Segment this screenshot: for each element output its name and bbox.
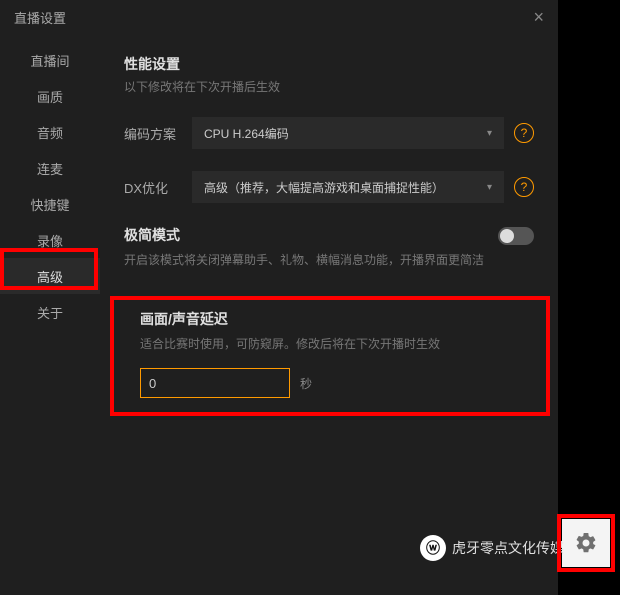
sidebar-item-record[interactable]: 录像 bbox=[0, 222, 100, 258]
sidebar-item-room[interactable]: 直播间 bbox=[0, 42, 100, 78]
dx-row: DX优化 高级（推荐，大幅提高游戏和桌面捕捉性能） ▾ ? bbox=[124, 171, 534, 203]
dx-label: DX优化 bbox=[124, 178, 192, 197]
encoder-select[interactable]: CPU H.264编码 ▾ bbox=[192, 117, 504, 149]
encoder-row: 编码方案 CPU H.264编码 ▾ ? bbox=[124, 117, 534, 149]
dx-select[interactable]: 高级（推荐，大幅提高游戏和桌面捕捉性能） ▾ bbox=[192, 171, 504, 203]
sidebar: 直播间 画质 音频 连麦 快捷键 录像 高级 关于 bbox=[0, 34, 100, 595]
window-title: 直播设置 bbox=[14, 8, 66, 27]
delay-input[interactable] bbox=[140, 368, 290, 398]
perf-subtitle: 以下修改将在下次开播后生效 bbox=[124, 78, 534, 95]
sidebar-item-about[interactable]: 关于 bbox=[0, 294, 100, 330]
gear-icon bbox=[574, 531, 598, 555]
delay-input-row: 秒 bbox=[140, 368, 518, 398]
close-icon[interactable]: × bbox=[533, 7, 544, 28]
simple-mode-title: 极简模式 bbox=[124, 225, 498, 245]
sidebar-item-hotkey[interactable]: 快捷键 bbox=[0, 186, 100, 222]
settings-button[interactable] bbox=[562, 519, 610, 567]
sidebar-item-advanced[interactable]: 高级 bbox=[0, 258, 100, 294]
wechat-icon: ⓦ bbox=[420, 535, 446, 561]
sidebar-item-quality[interactable]: 画质 bbox=[0, 78, 100, 114]
content: 性能设置 以下修改将在下次开播后生效 编码方案 CPU H.264编码 ▾ ? … bbox=[100, 34, 558, 595]
perf-title: 性能设置 bbox=[124, 54, 534, 74]
chevron-down-icon: ▾ bbox=[487, 128, 492, 139]
simple-mode-toggle[interactable] bbox=[498, 227, 534, 245]
help-icon[interactable]: ? bbox=[514, 123, 534, 143]
dx-value: 高级（推荐，大幅提高游戏和桌面捕捉性能） bbox=[204, 179, 444, 196]
sidebar-item-audio[interactable]: 音频 bbox=[0, 114, 100, 150]
sidebar-item-link[interactable]: 连麦 bbox=[0, 150, 100, 186]
body: 直播间 画质 音频 连麦 快捷键 录像 高级 关于 性能设置 以下修改将在下次开… bbox=[0, 34, 558, 595]
help-icon[interactable]: ? bbox=[514, 177, 534, 197]
simple-mode-row: 极简模式 开启该模式将关闭弹幕助手、礼物、横幅消息功能，开播界面更简洁 bbox=[124, 225, 534, 269]
settings-panel: 直播设置 × 直播间 画质 音频 连麦 快捷键 录像 高级 关于 性能设置 以下… bbox=[0, 0, 558, 595]
watermark-text: 虎牙零点文化传媒 bbox=[452, 538, 564, 558]
titlebar: 直播设置 × bbox=[0, 0, 558, 34]
simple-mode-desc: 开启该模式将关闭弹幕助手、礼物、横幅消息功能，开播界面更简洁 bbox=[124, 251, 498, 269]
watermark: ⓦ 虎牙零点文化传媒 bbox=[420, 535, 564, 561]
delay-desc: 适合比赛时使用，可防窥屏。修改后将在下次开播时生效 bbox=[140, 335, 518, 352]
delay-title: 画面/声音延迟 bbox=[140, 309, 518, 329]
delay-unit: 秒 bbox=[300, 375, 312, 392]
encoder-value: CPU H.264编码 bbox=[204, 125, 289, 142]
chevron-down-icon: ▾ bbox=[487, 182, 492, 193]
encoder-label: 编码方案 bbox=[124, 124, 192, 143]
delay-section: 画面/声音延迟 适合比赛时使用，可防窥屏。修改后将在下次开播时生效 秒 bbox=[124, 295, 534, 416]
